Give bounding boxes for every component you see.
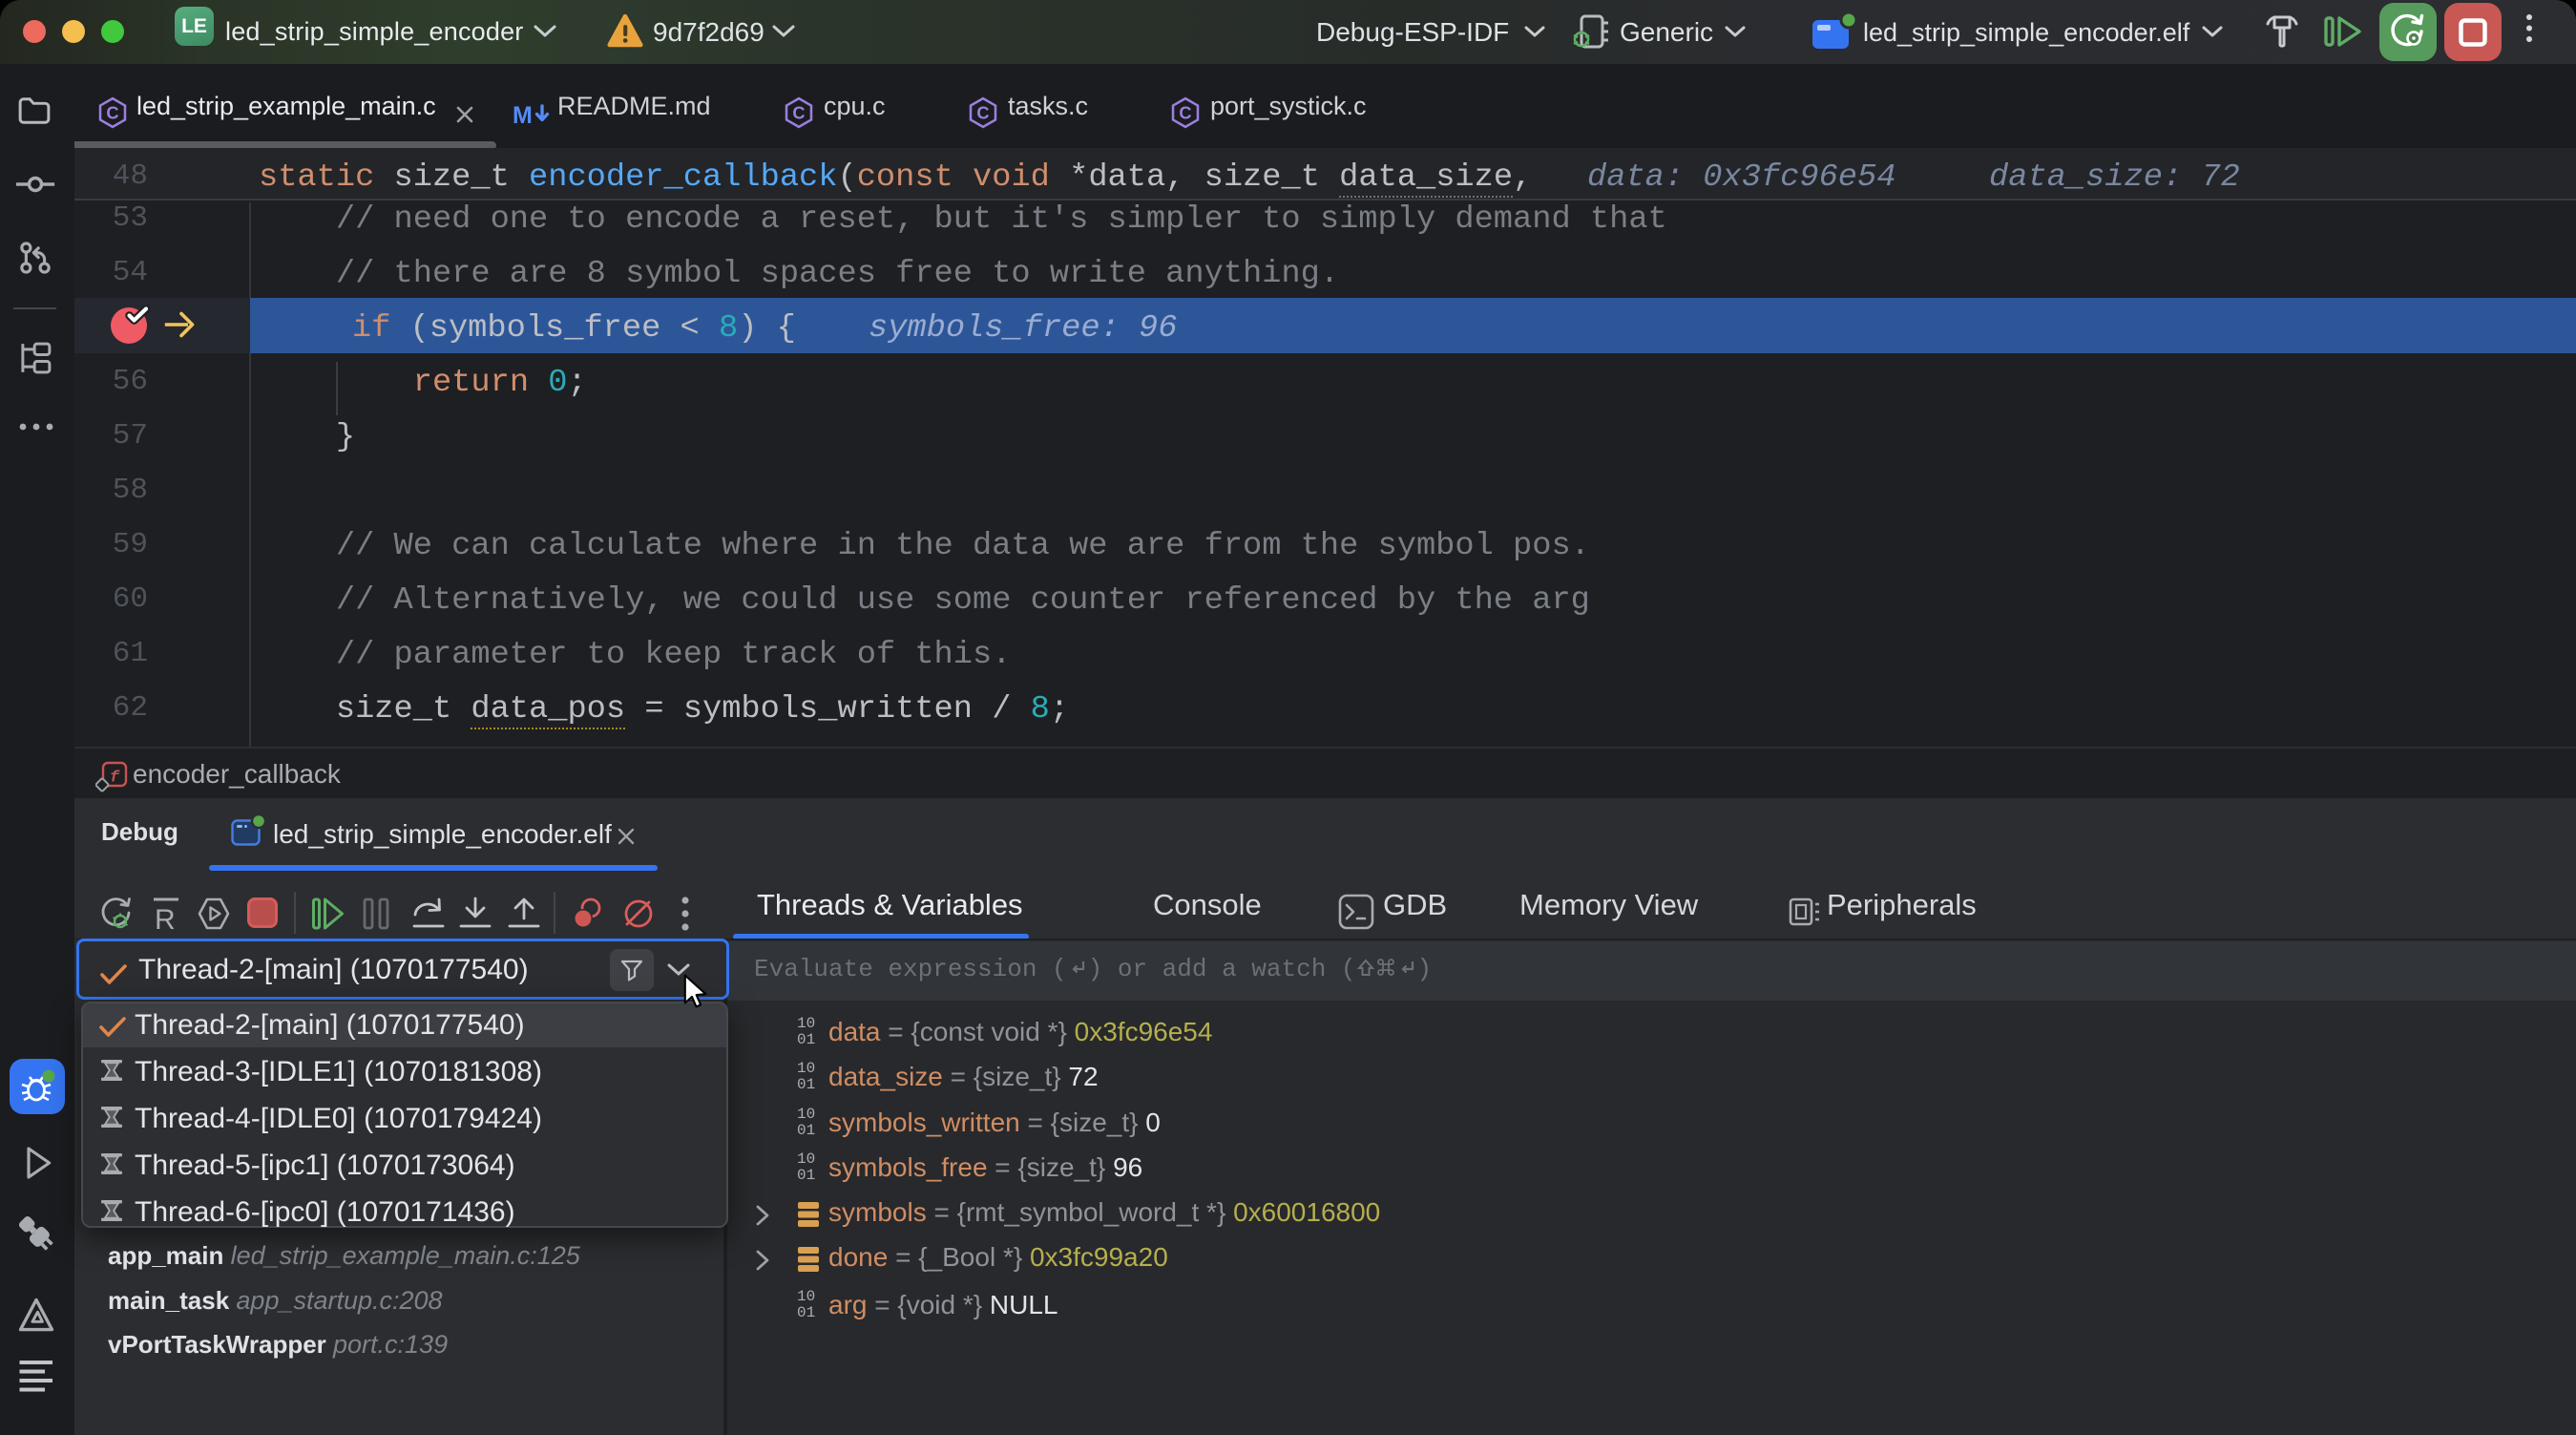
svg-text:M: M <box>513 102 533 129</box>
svg-text:C: C <box>1179 104 1191 123</box>
svg-text:C: C <box>106 104 118 123</box>
svg-text:R: R <box>155 904 176 932</box>
svg-text:f: f <box>110 770 120 788</box>
svg-text:C: C <box>792 104 805 123</box>
svg-text:C: C <box>976 104 989 123</box>
